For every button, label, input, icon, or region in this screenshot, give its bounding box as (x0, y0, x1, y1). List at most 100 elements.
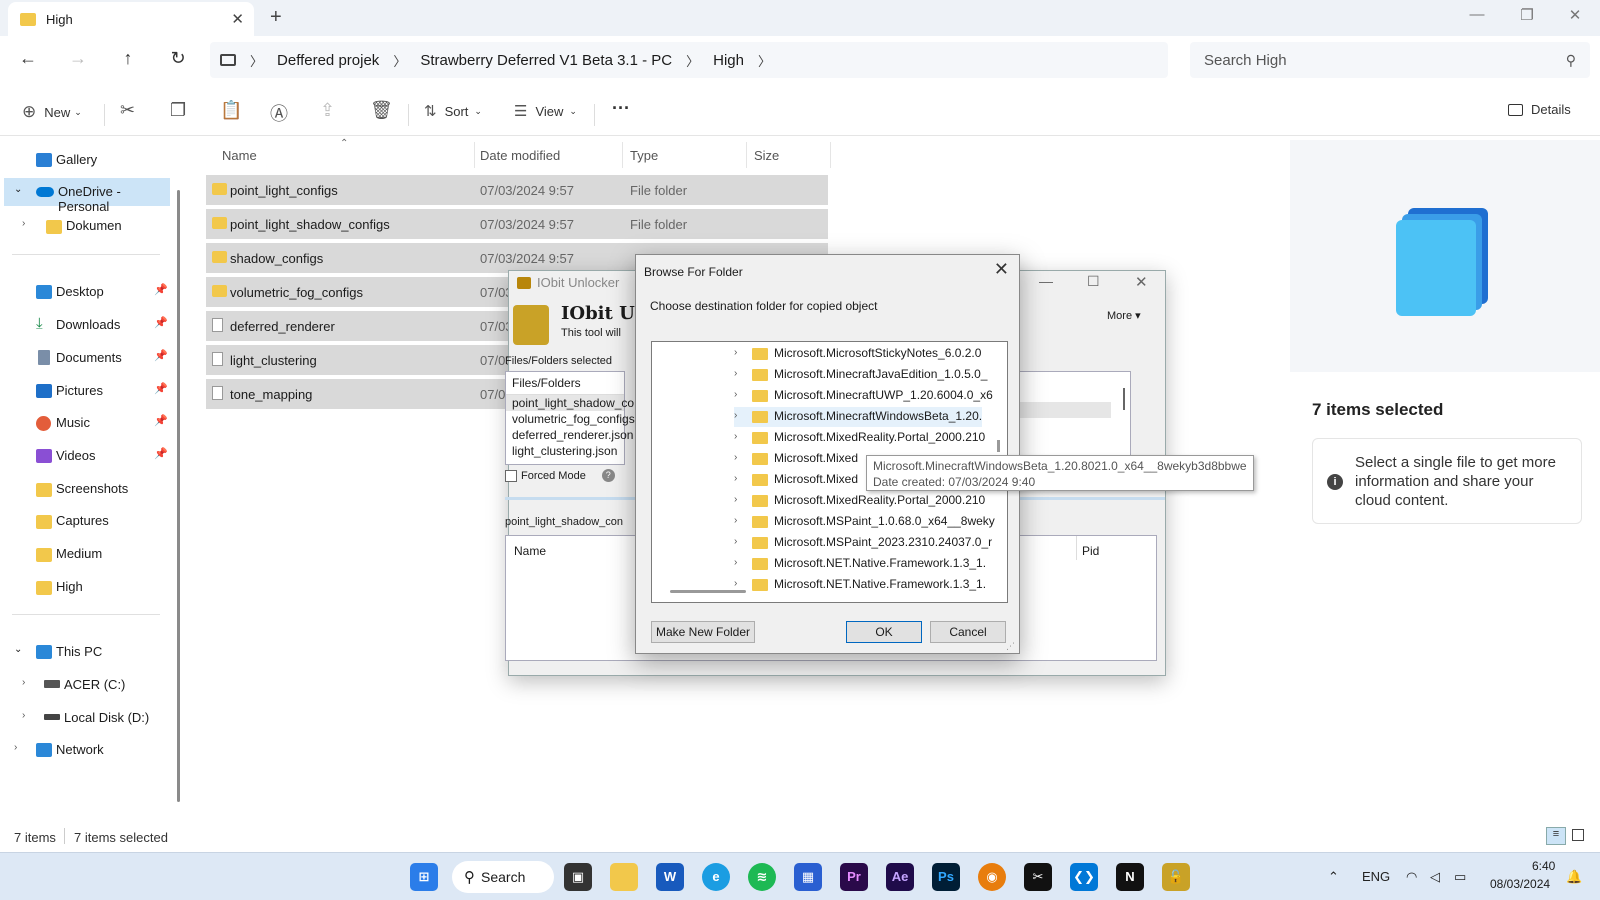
column-separator[interactable] (746, 142, 747, 168)
close-icon[interactable]: ✕ (994, 259, 1009, 280)
up-button[interactable]: ↑ (114, 48, 142, 69)
spotify-icon[interactable]: ≋ (748, 863, 776, 891)
tree-item-hovered[interactable]: › Microsoft.MinecraftWindowsBeta_1.20. (734, 407, 982, 427)
cut-icon[interactable]: ✂ (120, 100, 135, 121)
premiere-pro-icon[interactable]: Pr (840, 863, 868, 891)
sidebar-item-drive-d[interactable]: › Local Disk (D:) (0, 704, 170, 732)
breadcrumb-item[interactable]: High (713, 52, 744, 69)
horizontal-scrollbar[interactable] (670, 590, 746, 593)
sidebar-item-downloads[interactable]: ⤓ Downloads 📌 (0, 311, 170, 339)
details-button[interactable]: Details (1508, 102, 1571, 117)
blender-icon[interactable]: ◉ (978, 863, 1006, 891)
sidebar-item-onedrive[interactable]: ⌄ OneDrive - Personal (4, 178, 170, 214)
after-effects-icon[interactable]: Ae (886, 863, 914, 891)
resize-grip-icon[interactable]: ⋰ (1006, 641, 1015, 652)
make-new-folder-button[interactable]: Make New Folder (651, 621, 755, 643)
files-list[interactable]: Files/Folders point_light_shadow_co volu… (505, 371, 635, 465)
notification-bell-icon[interactable]: 🔔 (1566, 869, 1582, 885)
view-button[interactable]: ☰ View ⌄ (514, 102, 577, 120)
sort-button[interactable]: ⇅ Sort ⌄ (424, 102, 482, 120)
iobit-unlocker-taskbar-icon[interactable]: 🔓 (1162, 863, 1190, 891)
minimize-button[interactable]: — (1454, 6, 1500, 23)
share-icon[interactable]: ⇪ (320, 100, 335, 121)
list-item[interactable]: deferred_renderer.json (506, 427, 633, 443)
list-scrollbar[interactable] (1123, 388, 1125, 410)
file-row[interactable]: point_light_shadow_configs 07/03/2024 9:… (206, 209, 828, 239)
vscode-icon[interactable]: ❮❯ (1070, 863, 1098, 891)
column-separator[interactable] (474, 142, 475, 168)
rename-icon[interactable]: Ⓐ (270, 100, 288, 126)
photoshop-icon[interactable]: Ps (932, 863, 960, 891)
sidebar-item-documents[interactable]: Documents 📌 (0, 344, 170, 372)
notion-icon[interactable]: N (1116, 863, 1144, 891)
volume-icon[interactable]: ◁ (1430, 869, 1440, 885)
refresh-button[interactable]: ↻ (164, 48, 192, 69)
new-tab-button[interactable]: + (270, 6, 282, 29)
list-item[interactable]: light_clustering.json (506, 443, 624, 459)
task-view-icon[interactable]: ▣ (564, 863, 592, 891)
sidebar-item-screenshots[interactable]: Screenshots (0, 475, 170, 503)
column-separator[interactable] (830, 142, 831, 168)
edge-icon[interactable]: e (702, 863, 730, 891)
close-window-button[interactable]: ✕ (1552, 6, 1598, 24)
sidebar-item-high[interactable]: High (0, 573, 170, 601)
sidebar-item-this-pc[interactable]: ⌄ This PC (0, 638, 170, 666)
breadcrumb-item[interactable]: Strawberry Deferred V1 Beta 3.1 - PC (420, 52, 672, 69)
new-button[interactable]: ⊕ New ⌄ (22, 102, 82, 122)
more-options-icon[interactable]: ··· (612, 98, 630, 119)
sidebar-item-gallery[interactable]: Gallery (0, 146, 170, 174)
tiles-view-icon[interactable] (1572, 829, 1584, 841)
battery-icon[interactable]: ▭ (1454, 869, 1466, 885)
help-icon[interactable]: ? (601, 469, 615, 482)
back-button[interactable]: ← (14, 48, 42, 69)
column-header-name[interactable]: Name (222, 148, 257, 163)
sidebar-item-drive-c[interactable]: › ACER (C:) (0, 671, 170, 699)
list-item[interactable]: point_light_shadow_co (506, 395, 634, 411)
restore-button[interactable]: ❐ (1504, 6, 1550, 24)
microsoft-store-icon[interactable]: ▦ (794, 863, 822, 891)
paste-icon[interactable]: 📋 (220, 100, 242, 121)
cancel-button[interactable]: Cancel (930, 621, 1006, 643)
vertical-scrollbar[interactable] (997, 440, 1000, 452)
close-tab-icon[interactable]: ✕ (231, 10, 244, 28)
capcut-icon[interactable]: ✂ (1024, 863, 1052, 891)
column-header-size[interactable]: Size (754, 148, 779, 163)
wifi-icon[interactable]: ◠ (1406, 869, 1417, 885)
word-icon[interactable]: W (656, 863, 684, 891)
more-button[interactable]: More ▾ (1107, 309, 1141, 322)
tab-high[interactable]: High ✕ (8, 2, 254, 36)
chevron-up-icon[interactable]: ⌃ (1328, 869, 1339, 885)
column-header-type[interactable]: Type (630, 148, 658, 163)
sidebar-item-dokumen[interactable]: › Dokumen (0, 212, 170, 240)
details-view-icon[interactable]: ≡ (1546, 827, 1566, 845)
sidebar-item-videos[interactable]: Videos 📌 (0, 442, 170, 470)
minimize-button[interactable]: — (1039, 273, 1053, 289)
clock-time[interactable]: 6:40 (1532, 859, 1555, 873)
close-button[interactable]: ✕ (1135, 273, 1148, 291)
sidebar-scrollbar[interactable] (177, 190, 180, 802)
delete-icon[interactable]: 🗑 (370, 100, 393, 121)
file-row[interactable]: point_light_configs 07/03/2024 9:57 File… (206, 175, 828, 205)
ok-button[interactable]: OK (846, 621, 922, 643)
taskbar-search[interactable]: ⚲ Search (452, 861, 554, 893)
sidebar-item-captures[interactable]: Captures (0, 507, 170, 535)
language-indicator[interactable]: ENG (1362, 869, 1390, 884)
address-bar[interactable]: 〉 Deffered projek 〉 Strawberry Deferred … (210, 42, 1168, 78)
maximize-button[interactable]: ☐ (1087, 273, 1100, 290)
sidebar-item-pictures[interactable]: Pictures 📌 (0, 377, 170, 405)
copy-icon[interactable]: ❐ (170, 100, 186, 121)
file-explorer-icon[interactable] (610, 863, 638, 891)
windows-start-icon[interactable]: ⊞ (410, 863, 438, 891)
list-item[interactable]: volumetric_fog_configs (506, 411, 635, 427)
sidebar-item-medium[interactable]: Medium (0, 540, 170, 568)
clock-date[interactable]: 08/03/2024 (1490, 877, 1550, 891)
column-header-date[interactable]: Date modified (480, 148, 560, 163)
forward-button[interactable]: → (64, 48, 92, 69)
sidebar-item-network[interactable]: › Network (0, 736, 170, 764)
column-separator[interactable] (622, 142, 623, 168)
sidebar-item-desktop[interactable]: Desktop 📌 (0, 278, 170, 306)
search-input[interactable]: Search High ⚲ (1190, 42, 1590, 78)
breadcrumb-item[interactable]: Deffered projek (277, 52, 379, 69)
sidebar-item-music[interactable]: Music 📌 (0, 409, 170, 437)
forced-mode-checkbox[interactable]: Forced Mode ? (505, 469, 615, 482)
